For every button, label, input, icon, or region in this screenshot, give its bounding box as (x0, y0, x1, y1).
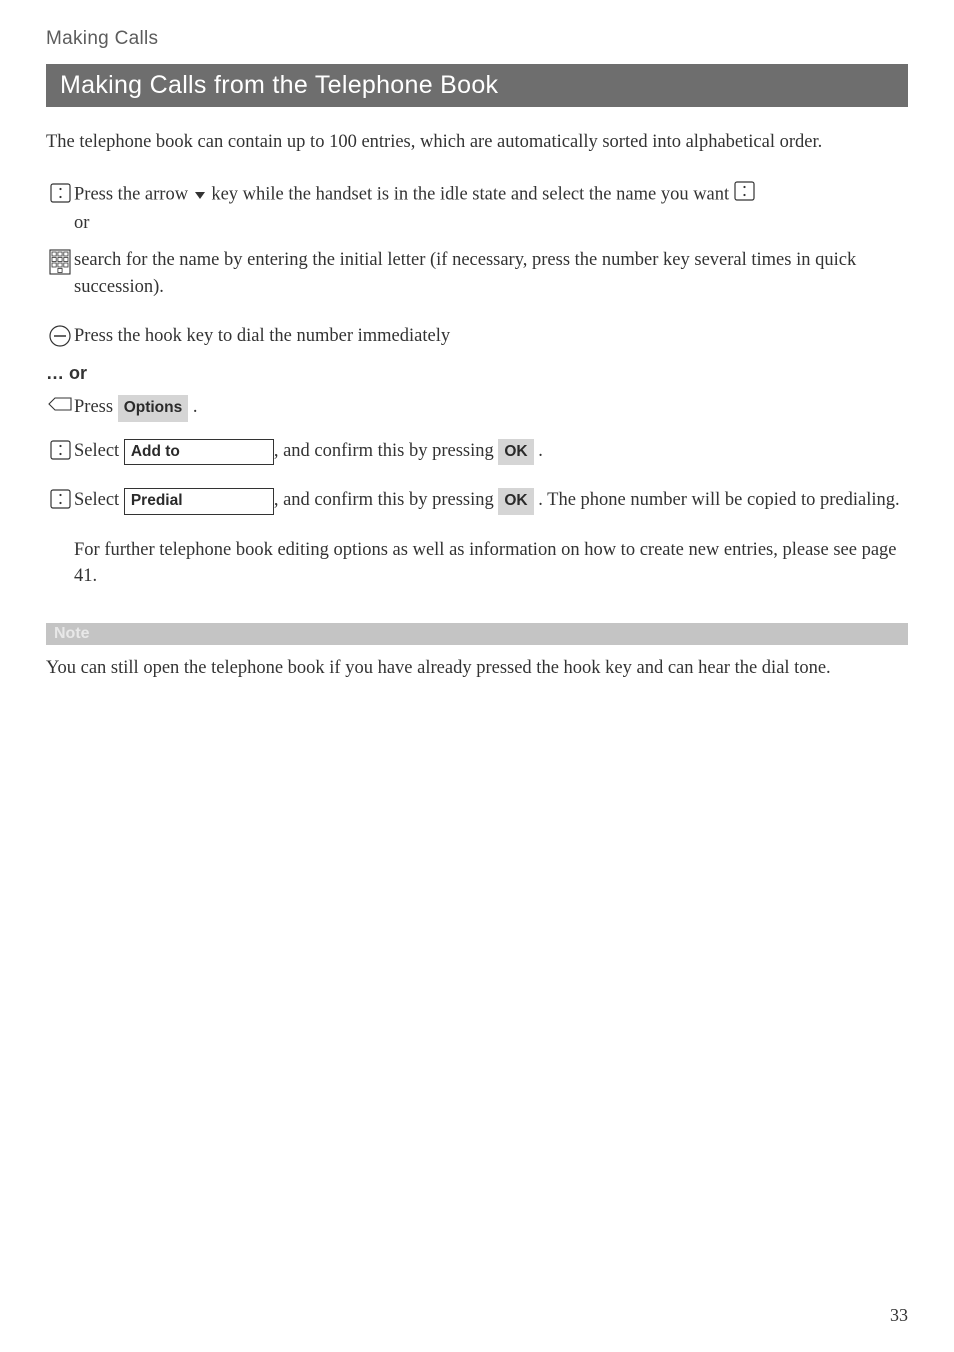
nav-box-icon-inline (734, 181, 755, 210)
select-label: Select (74, 441, 119, 461)
page-number: 33 (890, 1305, 908, 1326)
hook-key-icon (46, 323, 74, 347)
step1-or: or (74, 213, 89, 233)
note-body: You can still open the telephone book if… (46, 655, 908, 681)
step3-text: Press the hook key to dial the number im… (74, 323, 908, 350)
arrow-down-icon (195, 192, 205, 199)
step-row-2: search for the name by entering the init… (46, 247, 908, 301)
step1-text-pre: Press the arrow (74, 185, 193, 205)
dot: . (193, 397, 198, 417)
nav-box-icon (46, 438, 74, 460)
step2-text: search for the name by entering the init… (74, 247, 908, 301)
press-options-row: Press Options . (46, 394, 908, 421)
select-predial-row: Select Predial, and confirm this by pres… (46, 487, 908, 514)
note-label: Note (54, 625, 90, 642)
further-info: For further telephone book editing optio… (74, 537, 908, 590)
note-heading-bar: Note (46, 623, 908, 645)
page-header: Making Calls (46, 28, 908, 50)
or-heading: … or (46, 363, 908, 384)
select-addto-row: Select Add to, and confirm this by press… (46, 438, 908, 465)
section-title: Making Calls from the Telephone Book (46, 64, 908, 107)
intro-paragraph: The telephone book can contain up to 100… (46, 129, 908, 155)
predial-option[interactable]: Predial (124, 488, 274, 514)
ok-button[interactable]: OK (498, 439, 533, 465)
confirm-text-2: , and confirm this by pressing (274, 490, 494, 510)
step1-text-post: key while the handset is in the idle sta… (211, 185, 733, 205)
select-label: Select (74, 490, 119, 510)
options-button[interactable]: Options (118, 395, 189, 421)
addto-option[interactable]: Add to (124, 439, 274, 465)
step-row-1: Press the arrow key while the handset is… (46, 181, 908, 237)
confirm-text: , and confirm this by pressing (274, 441, 494, 461)
nav-box-icon (46, 181, 74, 203)
predial-tail: . The phone number will be copied to pre… (538, 490, 899, 510)
ok-button[interactable]: OK (498, 488, 533, 514)
step-row-3: Press the hook key to dial the number im… (46, 323, 908, 350)
press-label: Press (74, 397, 113, 417)
softkey-left-icon (46, 394, 74, 412)
nav-box-icon (46, 487, 74, 509)
keypad-icon (46, 247, 74, 275)
dot: . (538, 441, 543, 461)
